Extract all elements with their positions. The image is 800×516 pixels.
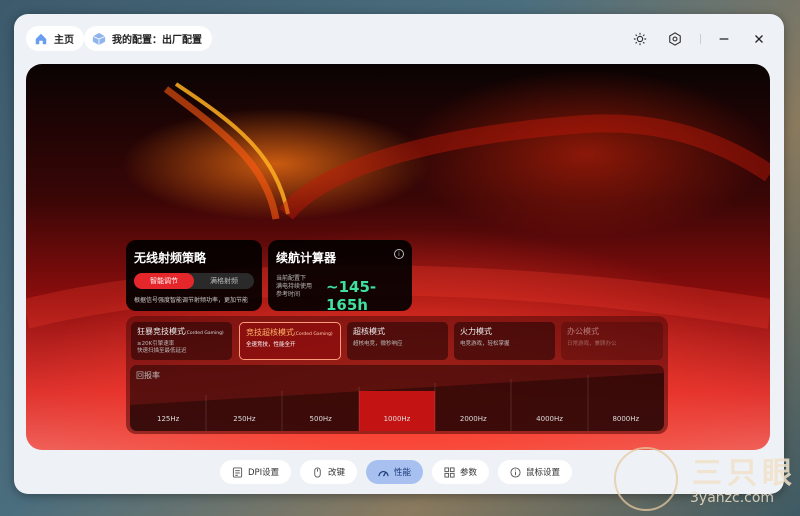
settings-button[interactable] bbox=[663, 27, 687, 51]
mode-name: 超核模式 bbox=[353, 327, 385, 336]
rf-mode-toggle: 智能调节 满格射频 bbox=[134, 273, 254, 289]
rf-option-full[interactable]: 满格射频 bbox=[194, 273, 254, 289]
cube-icon bbox=[92, 32, 106, 45]
config-label: 我的配置：出厂配置 bbox=[112, 35, 202, 46]
rate-option-1000[interactable]: 1000Hz bbox=[359, 415, 435, 423]
performance-icon bbox=[378, 470, 389, 476]
polling-rate-selector: 回报率 125Hz 250Hz 500Hz 1000Hz 2000Hz 4000… bbox=[130, 365, 664, 431]
separator bbox=[700, 34, 701, 44]
polling-rate-label: 回报率 bbox=[136, 371, 160, 380]
watermark-logo-icon bbox=[614, 447, 678, 511]
battery-subtitle-line: 参考时间 bbox=[276, 291, 301, 298]
tab-mouse-settings[interactable]: 鼠标设置 bbox=[498, 460, 573, 484]
rate-option-4000[interactable]: 4000Hz bbox=[511, 415, 587, 423]
close-button[interactable] bbox=[747, 27, 771, 51]
rf-option-smart[interactable]: 智能调节 bbox=[134, 273, 194, 289]
mode-card-rampage[interactable]: 狂暴竞技模式(Corded Gaming) ≥20K引擎速率 快速扫描至最低延迟 bbox=[131, 322, 232, 360]
battery-subtitle-line: 当前配置下 bbox=[276, 275, 307, 282]
battery-subtitle-line: 满电持续使用 bbox=[276, 283, 313, 290]
tab-label: 鼠标设置 bbox=[526, 468, 561, 478]
rf-strategy-card: 无线射频策略 智能调节 满格射频 根据信号强度智能调节射频功率，更加节能 bbox=[126, 240, 262, 311]
performance-panel: 狂暴竞技模式(Corded Gaming) ≥20K引擎速率 快速扫描至最低延迟 … bbox=[126, 316, 668, 434]
tab-label: 改键 bbox=[328, 468, 346, 478]
grid-icon bbox=[444, 466, 455, 478]
mode-name: 竞技超核模式(Corded Gaming) bbox=[246, 328, 333, 337]
tab-key-remap[interactable]: 改键 bbox=[300, 460, 358, 484]
rf-card-description: 根据信号强度智能调节射频功率，更加节能 bbox=[134, 297, 249, 304]
top-bar: 主页 我的配置：出厂配置 bbox=[14, 14, 784, 64]
tab-label: 参数 bbox=[460, 468, 478, 478]
config-button[interactable]: 我的配置：出厂配置 bbox=[84, 26, 212, 51]
tab-parameters[interactable]: 参数 bbox=[432, 460, 490, 484]
app-window: 主页 我的配置：出厂配置 无线射频策略 智能调节 满格射频 根据信号强度智能调节… bbox=[14, 14, 784, 494]
minimize-button[interactable] bbox=[712, 27, 736, 51]
brightness-button[interactable] bbox=[628, 27, 652, 51]
home-label: 主页 bbox=[54, 35, 74, 46]
minimize-icon bbox=[719, 38, 729, 40]
tab-label: DPI设置 bbox=[248, 468, 280, 478]
info-icon bbox=[510, 466, 521, 478]
hero-panel: 无线射频策略 智能调节 满格射频 根据信号强度智能调节射频功率，更加节能 续航计… bbox=[26, 64, 770, 450]
mode-name: 火力模式 bbox=[460, 327, 492, 336]
info-icon[interactable]: i bbox=[394, 249, 404, 259]
rate-option-250[interactable]: 250Hz bbox=[206, 415, 282, 423]
mode-description: 全速竞技，性能全开 bbox=[246, 342, 296, 348]
mode-card-firepower[interactable]: 火力模式 电竞游戏，轻松掌握 bbox=[454, 322, 555, 360]
mode-description: ≥20K引擎速率 快速扫描至最低延迟 bbox=[137, 341, 187, 354]
tab-label: 性能 bbox=[394, 468, 412, 478]
mode-name: 办公模式 bbox=[567, 327, 599, 336]
mode-description: 日常游戏，兼顾办公 bbox=[567, 341, 617, 347]
tab-dpi-settings[interactable]: DPI设置 bbox=[220, 460, 292, 484]
mode-name: 狂暴竞技模式(Corded Gaming) bbox=[137, 327, 224, 336]
rf-card-title: 无线射频策略 bbox=[134, 251, 207, 265]
watermark-url: 3yanzc.com bbox=[690, 490, 775, 506]
watermark: 三只眼 3yanzc.com bbox=[610, 445, 800, 516]
close-icon bbox=[755, 35, 763, 43]
battery-calculator-card: 续航计算器 i 当前配置下 满电持续使用 参考时间 ~145-165h bbox=[268, 240, 412, 314]
rate-option-8000[interactable]: 8000Hz bbox=[588, 415, 664, 423]
watermark-text: 三只眼 bbox=[692, 456, 797, 491]
mode-card-office: 办公模式 日常游戏，兼顾办公 bbox=[561, 322, 663, 360]
mode-description: 超核电竞，微秒响应 bbox=[353, 341, 403, 347]
tab-performance[interactable]: 性能 bbox=[366, 460, 424, 484]
mode-card-ultra[interactable]: 超核模式 超核电竞，微秒响应 bbox=[347, 322, 448, 360]
home-icon bbox=[35, 33, 47, 44]
dpi-icon bbox=[232, 466, 243, 478]
polling-rate-options: 125Hz 250Hz 500Hz 1000Hz 2000Hz 4000Hz 8… bbox=[130, 415, 664, 423]
mode-description: 电竞游戏，轻松掌握 bbox=[460, 341, 510, 347]
battery-subtitle: 当前配置下 满电持续使用 参考时间 bbox=[276, 275, 328, 299]
settings-icon bbox=[669, 32, 681, 46]
rate-option-125[interactable]: 125Hz bbox=[130, 415, 206, 423]
mode-card-competitive-ultra[interactable]: 竞技超核模式(Corded Gaming) 全速竞技，性能全开 bbox=[239, 322, 341, 360]
battery-card-title: 续航计算器 bbox=[276, 251, 337, 265]
rate-option-2000[interactable]: 2000Hz bbox=[435, 415, 511, 423]
home-button[interactable]: 主页 bbox=[26, 26, 84, 51]
mouse-icon bbox=[314, 466, 321, 478]
rate-option-500[interactable]: 500Hz bbox=[283, 415, 359, 423]
brightness-icon bbox=[633, 32, 647, 46]
battery-estimate-value: ~145-165h bbox=[326, 278, 377, 314]
